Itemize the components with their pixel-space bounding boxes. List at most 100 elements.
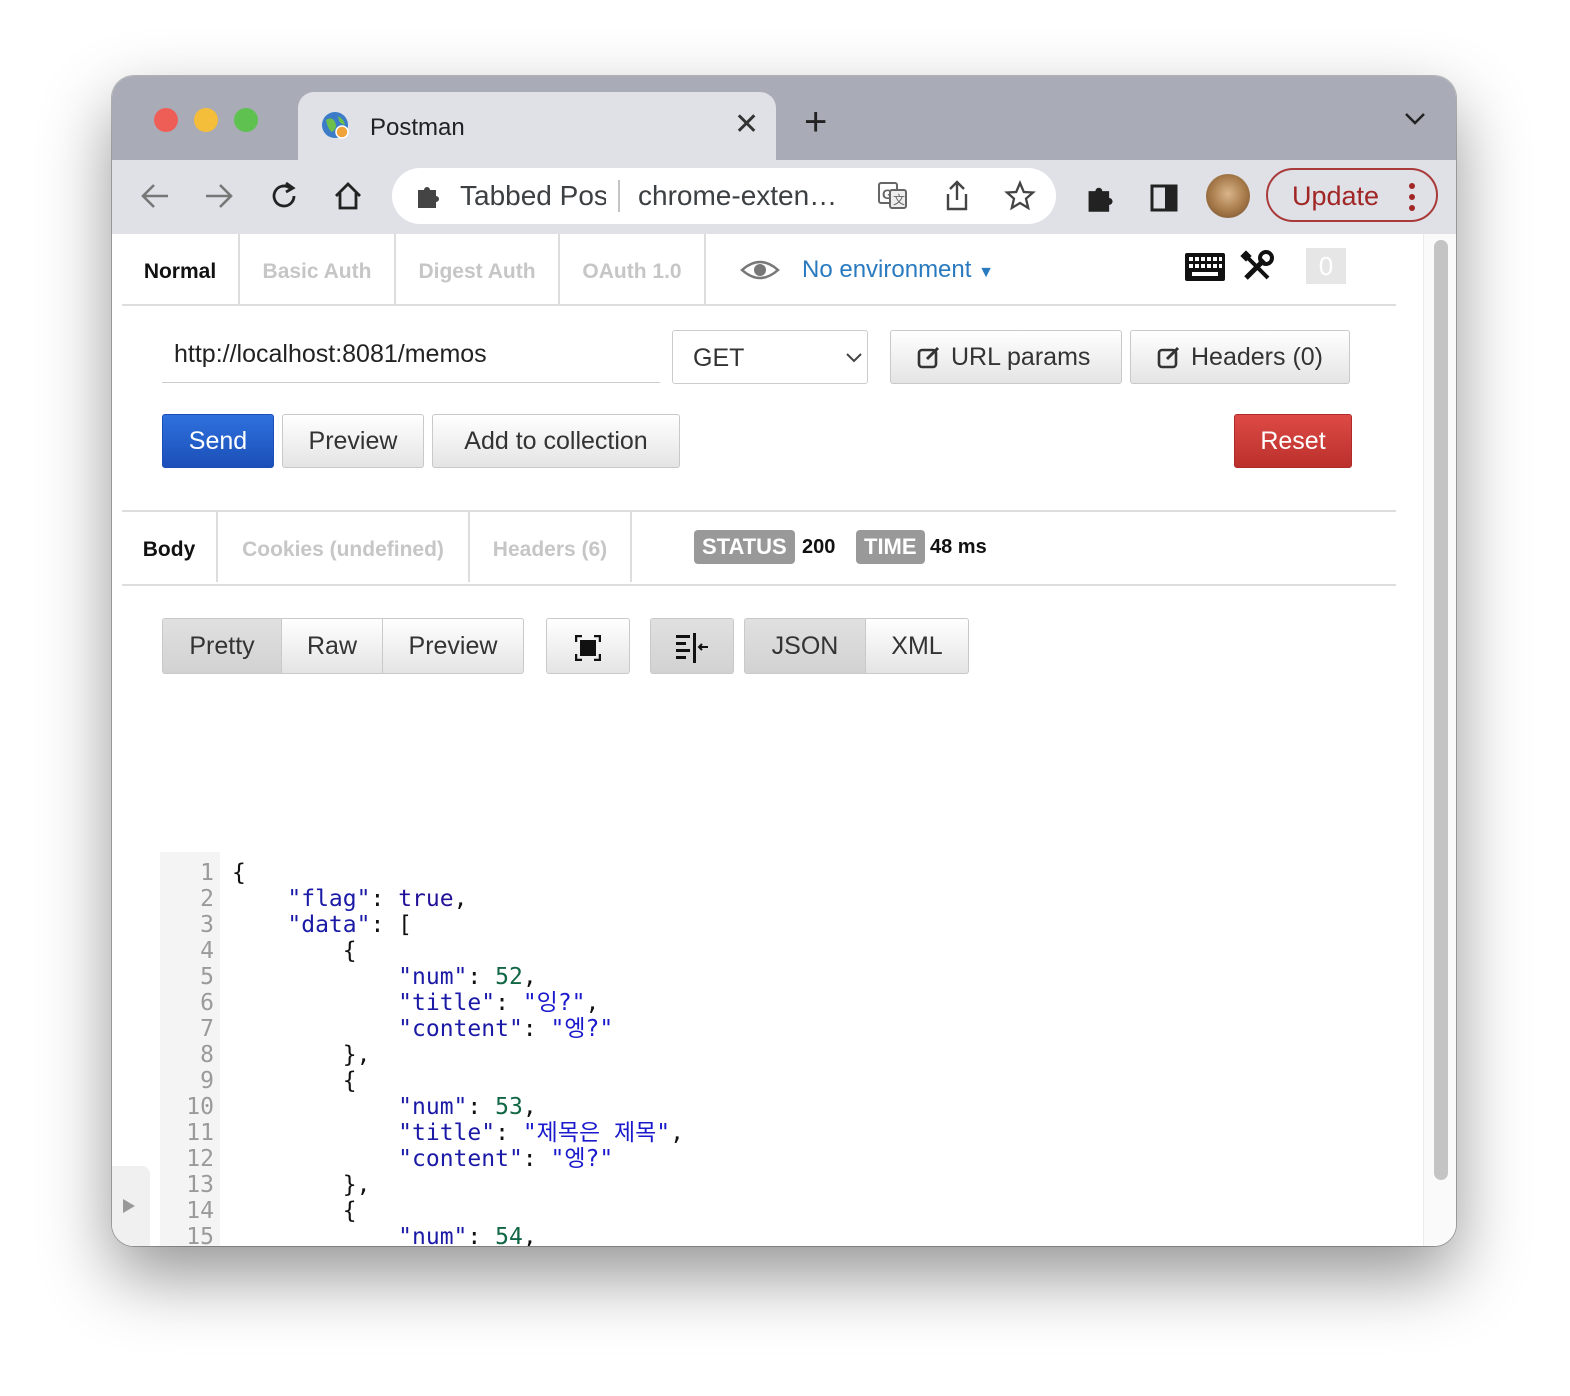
bookmark-star-icon[interactable] <box>1004 180 1036 217</box>
tab-normal[interactable]: Normal <box>122 234 240 304</box>
edit-icon <box>1157 346 1181 377</box>
url-value: http://localhost:8081/memos <box>174 340 487 368</box>
line-content: { <box>232 938 357 964</box>
new-tab-button[interactable]: + <box>804 102 827 142</box>
settings-tools-icon[interactable] <box>1240 250 1274 289</box>
line-number: 5 <box>200 964 214 990</box>
share-icon[interactable] <box>944 180 970 217</box>
reset-button[interactable]: Reset <box>1234 414 1352 468</box>
wrap-lines-icon <box>675 633 709 670</box>
url-params-button[interactable]: URL params <box>890 330 1122 384</box>
minimize-window-button[interactable] <box>194 108 218 132</box>
line-number: 3 <box>200 912 214 938</box>
zoom-window-button[interactable] <box>234 108 258 132</box>
back-icon[interactable] <box>140 182 170 215</box>
method-select[interactable]: GET <box>672 330 868 384</box>
time-value: 48 ms <box>930 536 987 558</box>
line-number: 12 <box>186 1146 214 1172</box>
line-content: "content": "엥?" <box>398 1146 614 1172</box>
tab-cookies[interactable]: Cookies (undefined) <box>218 512 470 582</box>
pretty-button[interactable]: Pretty <box>162 618 282 674</box>
line-number: 13 <box>186 1172 214 1198</box>
browser-tab[interactable]: Postman ✕ <box>298 92 776 160</box>
tab-body[interactable]: Body <box>122 512 218 582</box>
headers-label: Headers (0) <box>1191 343 1323 371</box>
home-icon[interactable] <box>332 180 364 217</box>
time-badge: TIME <box>856 530 925 564</box>
url-input[interactable]: http://localhost:8081/memos <box>162 330 660 383</box>
headers-button[interactable]: Headers (0) <box>1130 330 1350 384</box>
add-to-collection-button[interactable]: Add to collection <box>432 414 680 468</box>
browser-toolbar: Tabbed Pos chrome-exten… G文 Update <box>112 160 1456 234</box>
tab-title: Postman <box>370 114 465 141</box>
line-number: 14 <box>186 1198 214 1224</box>
keyboard-icon[interactable] <box>1184 252 1226 287</box>
line-content: { <box>232 1198 357 1224</box>
tab-digest-auth[interactable]: Digest Auth <box>396 234 560 304</box>
preview-response-button[interactable]: Preview <box>382 618 524 674</box>
line-content: "num": 54, <box>398 1224 537 1246</box>
line-number: 4 <box>200 938 214 964</box>
line-number: 1 <box>200 860 214 886</box>
raw-button[interactable]: Raw <box>281 618 383 674</box>
extension-puzzle-icon <box>414 182 442 215</box>
xml-button[interactable]: XML <box>865 618 969 674</box>
forward-icon[interactable] <box>204 182 234 215</box>
browser-window: Postman ✕ + Tabbed Pos chrome-exten… G 文… <box>112 76 1456 1246</box>
address-bar[interactable]: Tabbed Pos chrome-exten… G文 <box>392 168 1056 224</box>
eye-icon <box>740 258 780 287</box>
environment-label: No environment <box>802 256 972 283</box>
request-counter: 0 <box>1306 248 1346 284</box>
status-badge: STATUS <box>694 530 795 564</box>
json-button[interactable]: JSON <box>744 618 866 674</box>
globe-icon <box>320 110 350 140</box>
vertical-scrollbar[interactable] <box>1423 234 1456 1246</box>
side-panel-icon[interactable] <box>1150 184 1178 217</box>
line-number: 7 <box>200 1016 214 1042</box>
line-number: 8 <box>200 1042 214 1068</box>
title-bar: Postman ✕ + <box>112 76 1456 160</box>
status-value: 200 <box>802 536 836 558</box>
line-number: 6 <box>200 990 214 1016</box>
line-content: "title": "잉?", <box>398 990 600 1016</box>
update-button[interactable]: Update <box>1266 168 1438 222</box>
fullscreen-button[interactable] <box>546 618 630 674</box>
wrap-lines-button[interactable] <box>650 618 734 674</box>
tab-response-headers[interactable]: Headers (6) <box>470 512 632 582</box>
translate-icon[interactable]: G文 <box>878 182 908 215</box>
send-button[interactable]: Send <box>162 414 274 468</box>
environment-selector[interactable]: No environment ▼ <box>802 256 994 284</box>
line-content: "num": 52, <box>398 964 537 990</box>
postman-content: Normal Basic Auth Digest Auth OAuth 1.0 … <box>112 234 1456 1246</box>
line-content: { <box>232 1068 357 1094</box>
line-content: }, <box>232 1172 371 1198</box>
scrollbar-thumb[interactable] <box>1434 240 1448 1180</box>
close-tab-icon[interactable]: ✕ <box>734 110 759 140</box>
sidebar-toggle[interactable] <box>112 1166 150 1246</box>
line-content: "content": "엥?" <box>398 1016 614 1042</box>
profile-avatar[interactable] <box>1206 174 1250 218</box>
line-number: 2 <box>200 886 214 912</box>
line-content: { <box>232 860 246 886</box>
response-tabs: Body Cookies (undefined) Headers (6) STA… <box>122 510 1396 586</box>
extensions-icon[interactable] <box>1084 182 1116 219</box>
chevron-down-icon[interactable] <box>1404 112 1426 131</box>
line-number: 11 <box>186 1120 214 1146</box>
more-vert-icon <box>1408 182 1416 219</box>
line-number: 15 <box>186 1224 214 1246</box>
reload-icon[interactable] <box>268 180 300 217</box>
line-content: }, <box>232 1042 371 1068</box>
caret-right-icon <box>122 1198 136 1219</box>
url-params-label: URL params <box>951 343 1091 371</box>
response-body[interactable]: 1 {2 "flag": true, 3 "data": [4 {5 "num": … <box>160 852 1396 1246</box>
tab-basic-auth[interactable]: Basic Auth <box>240 234 396 304</box>
auth-tabs: Normal Basic Auth Digest Auth OAuth 1.0 … <box>122 234 1396 306</box>
line-number: 9 <box>200 1068 214 1094</box>
tab-oauth[interactable]: OAuth 1.0 <box>560 234 706 304</box>
svg-text:文: 文 <box>893 192 905 207</box>
close-window-button[interactable] <box>154 108 178 132</box>
address-divider <box>618 180 620 212</box>
preview-button[interactable]: Preview <box>282 414 424 468</box>
line-content: "data": [ <box>287 912 413 938</box>
method-value: GET <box>693 344 745 372</box>
